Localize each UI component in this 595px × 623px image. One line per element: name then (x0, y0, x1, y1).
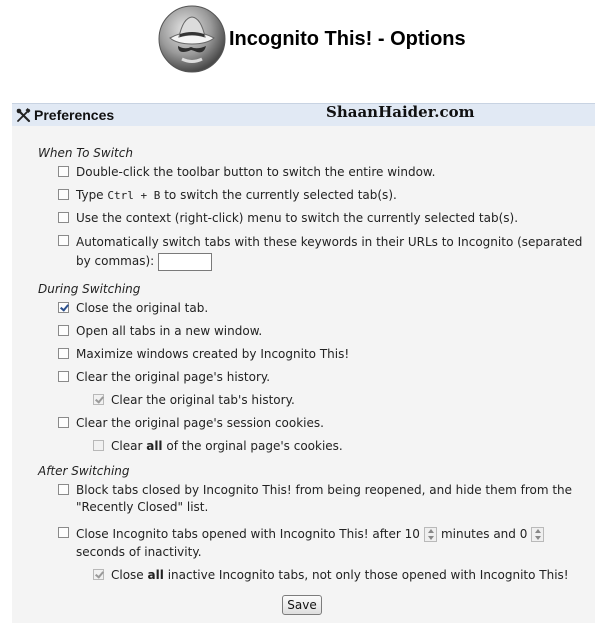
label-post: of the orginal page's cookies. (166, 439, 343, 453)
checkbox-maximize[interactable] (58, 348, 69, 359)
checkbox-close-original[interactable] (58, 302, 69, 313)
label-pre: Clear (111, 439, 143, 453)
minutes-value[interactable]: 10 (405, 527, 420, 541)
keywords-label: Automatically switch tabs with these key… (76, 235, 583, 268)
option-label: Close all inactive Incognito tabs, not o… (111, 567, 583, 584)
option-label: Double-click the toolbar button to switc… (76, 165, 436, 179)
section-after-switching: After Switching (38, 464, 130, 478)
option-label: Clear the original page's session cookie… (76, 416, 324, 430)
option-label: Close Incognito tabs opened with Incogni… (76, 525, 588, 561)
option-label: Open all tabs in a new window. (76, 324, 263, 338)
watermark: ShaanHaider.com (326, 103, 475, 121)
section-during-switching: During Switching (38, 282, 141, 296)
option-label: Clear all of the orginal page's cookies. (111, 438, 583, 455)
checkbox-context-menu[interactable] (58, 212, 69, 223)
checkbox-shortcut[interactable] (58, 189, 69, 200)
label-strong: all (147, 568, 164, 582)
label-pre: Type (76, 188, 104, 202)
option-label: Clear the original tab's history. (111, 393, 295, 407)
label-strong: all (146, 439, 163, 453)
option-label: Automatically switch tabs with these key… (76, 233, 588, 271)
checkbox-clear-history[interactable] (58, 371, 69, 382)
seconds-spinner[interactable] (531, 527, 545, 542)
save-button[interactable]: Save (282, 595, 322, 615)
option-label: Block tabs closed by Incognito This! fro… (76, 483, 573, 514)
header: Incognito This! - Options (0, 0, 595, 100)
keywords-input[interactable] (158, 252, 213, 271)
checkbox-close-inactive[interactable] (58, 527, 69, 538)
preferences-bar: Preferences (12, 103, 595, 126)
checkbox-close-all-inactive[interactable] (93, 569, 104, 580)
page-title: Incognito This! - Options (229, 28, 466, 50)
spy-hat-icon (158, 5, 226, 73)
label-mid: minutes and (440, 527, 516, 541)
label-pre: Close (111, 568, 144, 582)
option-label: Clear the original page's history. (76, 370, 271, 384)
option-label: Type Ctrl + B to switch the currently se… (76, 187, 588, 204)
checkbox-clear-all-cookies[interactable] (93, 440, 104, 451)
label-post: inactive Incognito tabs, not only those … (167, 568, 569, 582)
option-label: Use the context (right-click) menu to sw… (76, 211, 519, 225)
checkbox-block-tabs[interactable] (58, 484, 69, 495)
checkbox-new-window[interactable] (58, 325, 69, 336)
checkbox-dblclick[interactable] (58, 166, 69, 177)
checkbox-keywords[interactable] (58, 235, 69, 246)
option-label: Maximize windows created by Incognito Th… (76, 347, 350, 361)
label-pre: Close Incognito tabs opened with Incogni… (76, 527, 401, 541)
preferences-title: Preferences (34, 107, 115, 123)
option-label: Close the original tab. (76, 301, 209, 315)
checkbox-clear-tab-history[interactable] (93, 394, 104, 405)
tools-icon (16, 108, 31, 123)
label-post: seconds of inactivity. (76, 545, 202, 559)
checkbox-clear-session[interactable] (58, 417, 69, 428)
seconds-value[interactable]: 0 (520, 527, 528, 541)
label-post: to switch the currently selected tab(s). (164, 188, 397, 202)
shortcut-key: Ctrl + B (107, 189, 161, 202)
minutes-spinner[interactable] (423, 527, 437, 542)
section-when-to-switch: When To Switch (38, 146, 133, 160)
